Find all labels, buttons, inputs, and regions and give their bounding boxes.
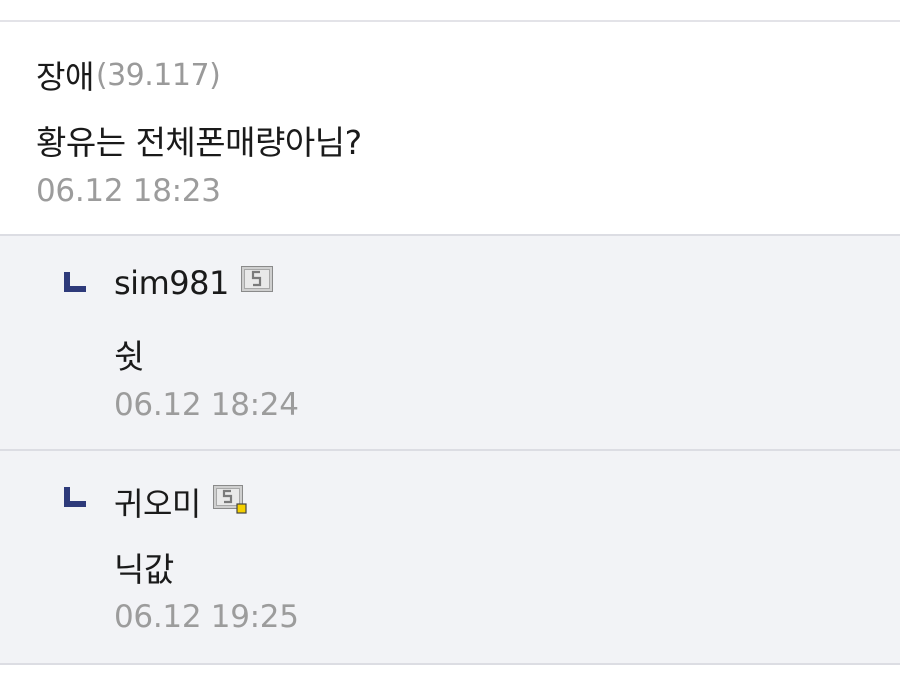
- reply-author-row: 귀오미: [114, 479, 247, 525]
- comment-author-row: 장애 (39.117): [36, 52, 221, 98]
- comment-time: 06.12 18:23: [36, 173, 221, 209]
- divider: [0, 663, 900, 665]
- comment-text: 황유는 전체폰매량아님?: [36, 123, 362, 162]
- comment-ip: (39.117): [95, 57, 221, 93]
- reply-item: sim981 쉿 06.12 18:24: [0, 236, 900, 449]
- comment-item: 장애 (39.117) 황유는 전체폰매량아님? 06.12 18:23: [0, 22, 900, 235]
- reply-author-row: sim981: [114, 264, 273, 302]
- comment-list: 장애 (39.117) 황유는 전체폰매량아님? 06.12 18:23 sim…: [0, 0, 900, 688]
- reply-author[interactable]: sim981: [114, 264, 229, 302]
- reply-item: 귀오미 닉값 06.12 19:25: [0, 451, 900, 663]
- comment-author[interactable]: 장애: [36, 52, 94, 98]
- reply-time: 06.12 19:25: [114, 599, 299, 635]
- reply-text: 쉿: [114, 337, 144, 376]
- fixed-nick-icon: [240, 266, 273, 292]
- reply-arrow-icon: [64, 272, 88, 296]
- reply-author[interactable]: 귀오미: [114, 479, 201, 525]
- reply-arrow-icon: [64, 487, 88, 511]
- reply-text: 닉값: [114, 550, 174, 589]
- fixed-nick-sub-manager-icon: [212, 485, 247, 514]
- reply-time: 06.12 18:24: [114, 387, 299, 423]
